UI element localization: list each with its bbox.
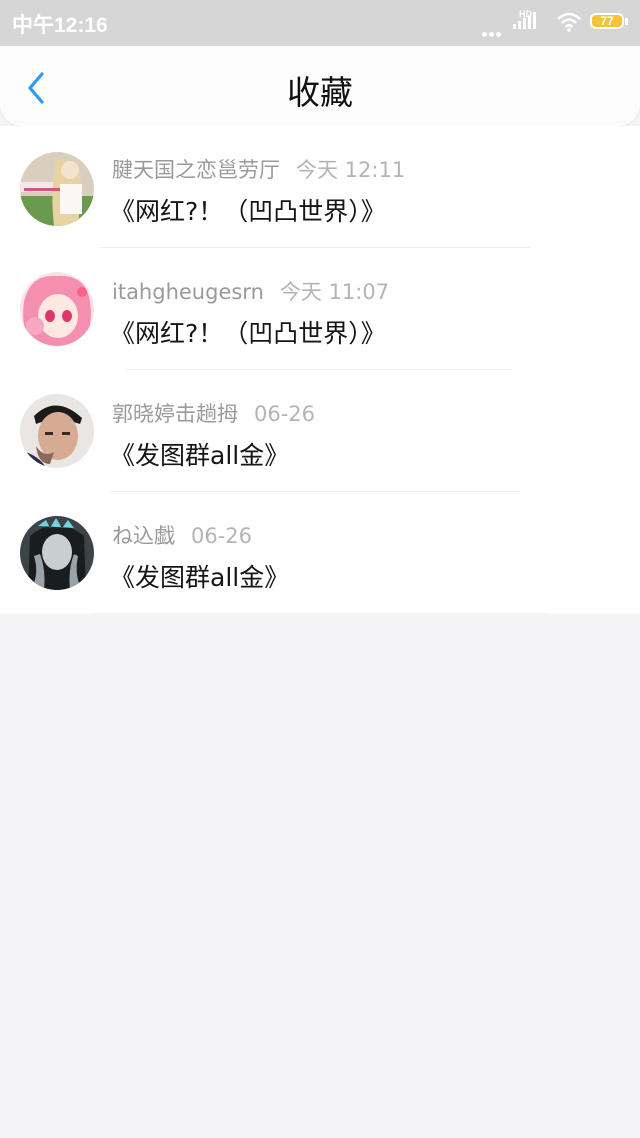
favorite-time: 06-26 (191, 524, 253, 548)
avatar (20, 272, 94, 346)
page-title: 收藏 (287, 73, 353, 112)
favorite-time: 今天 12:11 (296, 158, 406, 182)
avatar (20, 152, 94, 226)
favorite-title: 《发图群all金》 (110, 563, 290, 592)
favorite-item[interactable]: ね込戯 06-26 《发图群all金》 (0, 492, 640, 614)
author-name: 郭晓婷击趟拇 (112, 402, 238, 426)
favorite-item[interactable]: itahgheugesrn 今天 11:07 《网红?！（凹凸世界）》 (0, 248, 640, 370)
favorite-meta: 郭晓婷击趟拇 06-26 (112, 398, 315, 428)
favorite-time: 今天 11:07 (279, 280, 390, 304)
avatar (20, 394, 94, 468)
favorite-meta: itahgheugesrn 今天 11:07 (112, 276, 389, 306)
favorite-time: 06-26 (254, 402, 316, 426)
favorites-list: 腱天国之恋邕劳厅 今天 12:11 《网红?！（凹凸世界）》 itahgheuge… (0, 126, 640, 614)
battery-level: 77 (600, 14, 614, 28)
favorite-item[interactable]: 郭晓婷击趟拇 06-26 《发图群all金》 (0, 370, 640, 492)
favorite-item[interactable]: 腱天国之恋邕劳厅 今天 12:11 《网红?！（凹凸世界）》 (0, 126, 640, 248)
wifi-icon (557, 12, 581, 32)
favorite-title: 《网红?！（凹凸世界）》 (110, 319, 386, 348)
status-bar: 中午12:16 HD 77 (0, 0, 640, 46)
favorite-title: 《发图群all金》 (110, 441, 290, 470)
signal-icon (513, 12, 536, 29)
author-name: 腱天国之恋邕劳厅 (112, 158, 280, 182)
avatar (20, 516, 94, 590)
author-name: itahgheugesrn (112, 280, 264, 304)
author-name: ね込戯 (112, 524, 175, 548)
status-time: 中午12:16 (12, 14, 108, 37)
favorite-meta: 腱天国之恋邕劳厅 今天 12:11 (112, 154, 405, 184)
favorite-meta: ね込戯 06-26 (112, 520, 252, 550)
status-indicators: HD 77 (470, 9, 630, 37)
divider (90, 613, 550, 614)
favorite-title: 《网红?！（凹凸世界）》 (110, 197, 386, 226)
more-dots-icon (482, 22, 504, 37)
battery-icon: 77 (590, 13, 630, 31)
nav-bar: 收藏 (0, 46, 640, 126)
